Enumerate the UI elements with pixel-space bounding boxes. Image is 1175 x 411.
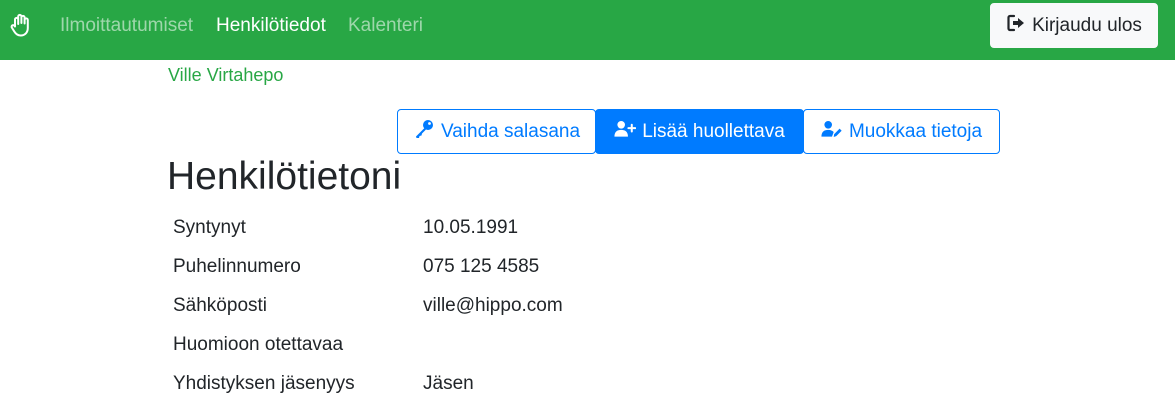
hand-icon[interactable]	[8, 12, 34, 38]
row-value: Jäsen	[423, 372, 474, 394]
row-value: ville@hippo.com	[423, 294, 563, 316]
change-password-button[interactable]: Vaihda salasana	[397, 109, 596, 154]
user-edit-icon	[821, 119, 843, 145]
add-dependent-label: Lisää huollettava	[642, 120, 785, 142]
user-plus-icon	[614, 119, 637, 145]
logout-button[interactable]: Kirjaudu ulos	[990, 3, 1158, 48]
edit-info-button[interactable]: Muokkaa tietoja	[803, 109, 1000, 154]
row-label: Puhelinnumero	[173, 255, 301, 277]
personal-info-table: Syntynyt 10.05.1991 Puhelinnumero 075 12…	[168, 208, 1000, 403]
row-value: 075 125 4585	[423, 255, 540, 277]
table-row: Yhdistyksen jäsenyys Jäsen	[168, 364, 1000, 403]
row-label: Huomioon otettavaa	[173, 333, 344, 355]
add-dependent-button[interactable]: Lisää huollettava	[595, 109, 804, 154]
row-label: Syntynyt	[173, 216, 246, 238]
row-label: Yhdistyksen jäsenyys	[173, 372, 355, 394]
row-value	[418, 325, 1000, 364]
table-row: Huomioon otettavaa	[168, 325, 1000, 364]
logout-label: Kirjaudu ulos	[1032, 14, 1142, 36]
user-name[interactable]: Ville Virtahepo	[168, 64, 283, 86]
key-icon	[413, 119, 435, 145]
top-navbar: Ilmoittautumiset Henkilötiedot Kalenteri…	[0, 0, 1175, 60]
table-row: Syntynyt 10.05.1991	[168, 208, 1000, 247]
edit-info-label: Muokkaa tietoja	[848, 120, 983, 142]
nav-link-kalenteri[interactable]: Kalenteri	[348, 15, 423, 37]
nav-link-henkilotiedot[interactable]: Henkilötiedot	[216, 15, 326, 37]
page-title: Henkilötietoni	[167, 155, 402, 198]
table-row: Puhelinnumero 075 125 4585	[168, 247, 1000, 286]
table-row: Sähköposti ville@hippo.com	[168, 286, 1000, 325]
nav-link-ilmoittautumiset[interactable]: Ilmoittautumiset	[60, 15, 193, 37]
change-password-label: Vaihda salasana	[440, 120, 581, 142]
row-label: Sähköposti	[173, 294, 268, 316]
sign-out-icon	[1006, 13, 1026, 39]
row-value: 10.05.1991	[423, 216, 519, 238]
